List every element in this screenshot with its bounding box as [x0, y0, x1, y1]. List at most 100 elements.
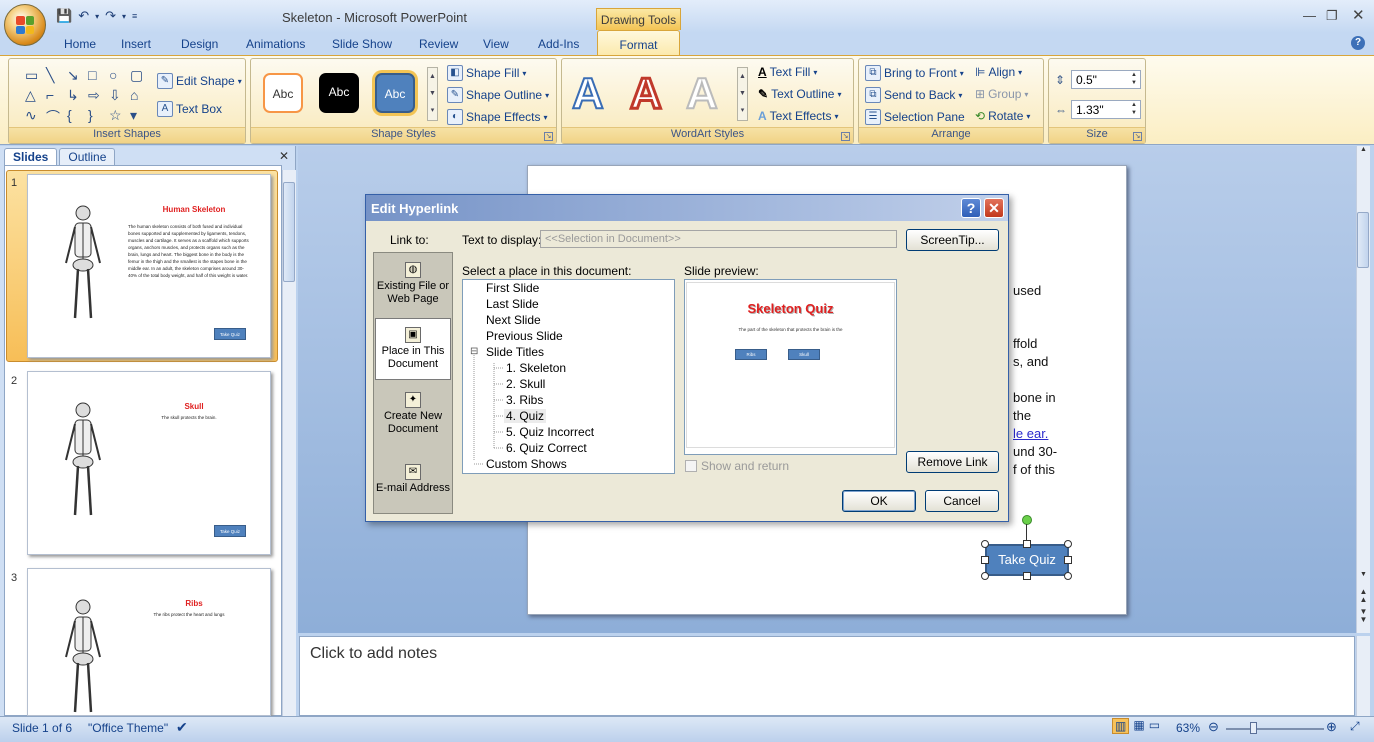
minimize-icon[interactable]: —	[1303, 8, 1316, 23]
redo-dropdown-icon[interactable]: ▾	[122, 12, 126, 21]
ok-button[interactable]: OK	[842, 490, 916, 512]
textbox-shape-icon[interactable]: ▭	[25, 67, 43, 84]
slide-show-view-icon[interactable]: ▭	[1149, 718, 1160, 734]
shape-outline-button[interactable]: ✎ Shape Outline ▾	[447, 87, 549, 103]
wordart-style-gray-outline[interactable]: A	[685, 68, 719, 119]
resize-handle[interactable]	[1023, 572, 1031, 580]
undo-dropdown-icon[interactable]: ▾	[95, 12, 99, 21]
notes-scrollbar[interactable]	[1356, 636, 1370, 716]
collapse-icon[interactable]: ⊟	[470, 346, 478, 357]
close-panel-icon[interactable]: ✕	[279, 149, 289, 163]
resize-handle[interactable]	[981, 540, 989, 548]
tree-item-slide-4-selected[interactable]: 4. Quiz	[504, 409, 547, 423]
zoom-out-icon[interactable]: ⊖	[1208, 719, 1219, 735]
close-icon[interactable]: ✕	[1352, 6, 1365, 24]
previous-slide-icon[interactable]: ▲ ▲	[1358, 588, 1369, 604]
edit-shape-button[interactable]: ✎ Edit Shape ▾	[157, 73, 242, 89]
link-create-new-document-option[interactable]: ✦ Create New Document	[375, 392, 451, 436]
align-button[interactable]: ⊫ Align ▾	[975, 65, 1022, 79]
tab-outline[interactable]: Outline	[59, 148, 116, 166]
resize-handle[interactable]	[1023, 540, 1031, 548]
group-button[interactable]: ⊞ Group ▾	[975, 87, 1028, 101]
connector-shape-icon[interactable]: ⌐	[46, 87, 64, 104]
tree-item-first-slide[interactable]: First Slide	[486, 281, 539, 295]
spell-check-icon[interactable]: ✔	[176, 719, 188, 736]
zoom-in-icon[interactable]: ⊕	[1326, 719, 1337, 735]
tab-format[interactable]: Format	[597, 30, 680, 56]
customize-qat-icon[interactable]: ≡	[132, 11, 137, 21]
shapes-gallery[interactable]: ▭ ╲ ↘ □ ○ ▢ △ ⌐ ↳ ⇨ ⇩ ⌂ ∿ ⌒ { } ☆ ▾	[25, 67, 143, 127]
tab-animations[interactable]: Animations	[246, 37, 305, 51]
text-box-button[interactable]: A Text Box	[157, 101, 222, 117]
oval-shape-icon[interactable]: ○	[109, 67, 127, 84]
tree-item-previous-slide[interactable]: Previous Slide	[486, 329, 563, 343]
slide-scroll-thumb[interactable]	[1357, 212, 1369, 268]
slide-thumbnail-2[interactable]: Skull The skull protects the brain. Take…	[27, 371, 271, 555]
arrow-right-shape-icon[interactable]: ⇨	[88, 87, 106, 104]
shape-style-black[interactable]: Abc	[319, 73, 359, 113]
cancel-button[interactable]: Cancel	[925, 490, 999, 512]
tab-review[interactable]: Review	[419, 37, 458, 51]
slide-thumbnail-1[interactable]: Human Skeleton The human skeleton consis…	[27, 174, 271, 358]
selection-pane-button[interactable]: ☰ Selection Pane	[865, 109, 965, 125]
scroll-down-icon[interactable]: ▼	[1358, 571, 1369, 578]
notes-placeholder[interactable]: Click to add notes	[310, 645, 437, 663]
tree-item-slide-titles[interactable]: Slide Titles	[486, 345, 544, 359]
wordart-styles-launcher-icon[interactable]: ↘	[841, 132, 850, 141]
rotate-button[interactable]: ⟲ Rotate ▾	[975, 109, 1030, 123]
tab-view[interactable]: View	[483, 37, 509, 51]
elbow-shape-icon[interactable]: ↳	[67, 87, 85, 104]
tree-item-slide-6[interactable]: 6. Quiz Correct	[506, 441, 587, 455]
tree-item-next-slide[interactable]: Next Slide	[486, 313, 541, 327]
undo-icon[interactable]: ↶	[78, 8, 89, 24]
tree-item-custom-shows[interactable]: Custom Shows	[486, 457, 567, 471]
curve-shape-icon[interactable]: ∿	[25, 107, 43, 127]
wordart-style-red-outline[interactable]: A	[629, 68, 664, 120]
save-icon[interactable]: 💾	[56, 8, 72, 24]
dialog-help-icon[interactable]: ?	[961, 198, 981, 218]
star-shape-icon[interactable]: ☆	[109, 107, 127, 127]
office-button[interactable]	[4, 4, 46, 46]
tree-item-slide-2[interactable]: 2. Skull	[506, 377, 545, 391]
tab-design[interactable]: Design	[181, 37, 218, 51]
next-slide-icon[interactable]: ▼ ▼	[1358, 608, 1369, 624]
slide-hyperlink-fragment[interactable]: le ear.	[1013, 425, 1048, 443]
resize-handle[interactable]	[981, 556, 989, 564]
tab-slide-show[interactable]: Slide Show	[332, 37, 392, 51]
tab-slides[interactable]: Slides	[4, 148, 58, 166]
triangle-shape-icon[interactable]: △	[25, 87, 43, 104]
text-fill-button[interactable]: A Text Fill ▾	[758, 65, 817, 79]
notes-pane[interactable]	[299, 636, 1355, 716]
scroll-up-icon[interactable]: ▲	[1358, 146, 1369, 153]
link-email-address-option[interactable]: ✉ E-mail Address	[375, 464, 451, 495]
rectangle-shape-icon[interactable]: □	[88, 67, 106, 84]
resize-handle[interactable]	[981, 572, 989, 580]
bring-to-front-button[interactable]: ⧉ Bring to Front ▾	[865, 65, 964, 81]
brace-right-shape-icon[interactable]: }	[88, 107, 106, 127]
shape-style-blue-selected[interactable]: Abc	[375, 73, 415, 113]
brace-left-shape-icon[interactable]: {	[67, 107, 85, 127]
slide-thumbnail-3[interactable]: Ribs The ribs protect the heart and lung…	[27, 568, 271, 716]
resize-handle[interactable]	[1064, 572, 1072, 580]
text-to-display-input[interactable]: <<Selection in Document>>	[540, 230, 897, 248]
more-shapes-icon[interactable]: ▾	[130, 107, 148, 127]
shape-fill-button[interactable]: ◧ Shape Fill ▾	[447, 65, 526, 81]
slides-panel-scroll-thumb[interactable]	[283, 182, 295, 282]
rounded-rect-shape-icon[interactable]: ▢	[130, 67, 148, 84]
rotation-handle[interactable]	[1022, 515, 1032, 525]
link-existing-file-option[interactable]: ◍ Existing File or Web Page	[375, 262, 451, 306]
restore-icon[interactable]: ❐	[1326, 8, 1338, 24]
shape-effects-button[interactable]: ◐ Shape Effects ▾	[447, 109, 548, 125]
shape-styles-gallery-scroll[interactable]: ▲ ▼ ▾	[427, 67, 438, 121]
wordart-gallery-scroll[interactable]: ▲ ▼ ▾	[737, 67, 748, 121]
help-icon[interactable]: ?	[1351, 36, 1365, 50]
send-to-back-button[interactable]: ⧉ Send to Back ▾	[865, 87, 962, 103]
arc-shape-icon[interactable]: ⌒	[46, 107, 64, 127]
resize-handle[interactable]	[1064, 540, 1072, 548]
text-outline-button[interactable]: ✎ Text Outline ▾	[758, 87, 841, 101]
screentip-button[interactable]: ScreenTip...	[906, 229, 999, 251]
wordart-style-blue-outline[interactable]: A	[571, 68, 605, 119]
fit-to-window-icon[interactable]: ⤢	[1350, 719, 1360, 734]
tab-insert[interactable]: Insert	[121, 37, 151, 51]
zoom-slider-thumb[interactable]	[1250, 722, 1257, 734]
